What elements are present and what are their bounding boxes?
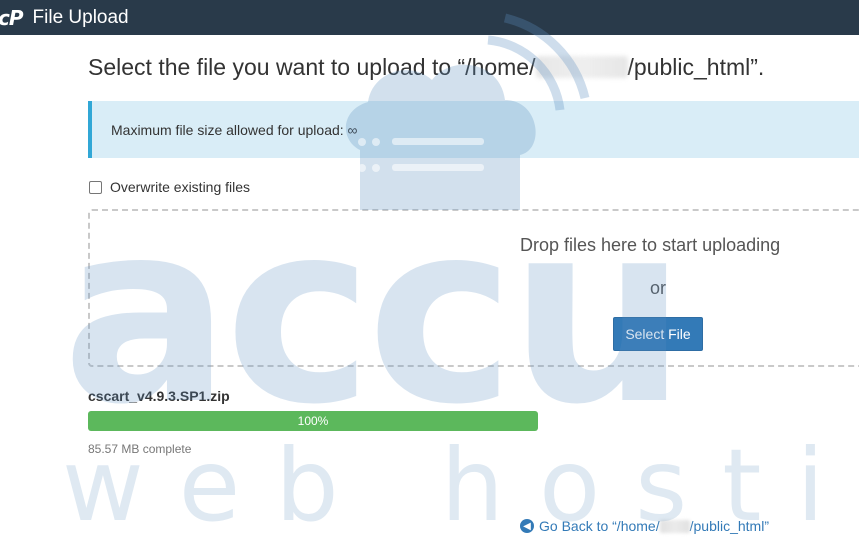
select-file-button[interactable]: Select File [613, 317, 703, 351]
max-file-size-text: Maximum file size allowed for upload: ∞ [111, 121, 358, 138]
go-back-prefix: Go Back to “/home/ [539, 518, 660, 534]
upload-filename: cscart_v4.9.3.SP1.zip [88, 388, 230, 404]
overwrite-checkbox[interactable] [89, 180, 102, 194]
max-file-size-alert: Maximum file size allowed for upload: ∞ [88, 101, 859, 158]
redacted-username-link [659, 519, 690, 533]
arrow-left-circle-icon: ◀ [520, 519, 534, 533]
upload-progress-fill: 100% [88, 411, 538, 431]
upload-status: 85.57 MB complete [88, 442, 192, 456]
upload-progress-bar: 100% [88, 411, 538, 431]
cpanel-logo-icon[interactable]: cP [0, 6, 23, 30]
dropzone-or-label: or [650, 278, 667, 298]
heading-suffix: /public_html”. [627, 54, 765, 80]
heading-prefix: Select the file you want to upload to “/… [88, 54, 536, 80]
overwrite-option[interactable]: Overwrite existing files [88, 179, 250, 195]
go-back-link[interactable]: ◀ Go Back to “/home/ /public_html” [520, 518, 769, 534]
file-dropzone[interactable] [88, 209, 859, 367]
dropzone-prompt: Drop files here to start uploading [520, 235, 781, 255]
redacted-username [535, 56, 628, 78]
top-bar: cP File Upload [0, 0, 859, 35]
page-title: File Upload [32, 6, 129, 28]
go-back-suffix: /public_html” [689, 518, 769, 534]
upload-destination-heading: Select the file you want to upload to “/… [88, 54, 764, 81]
file-upload-page: cP File Upload Select the file you want … [0, 0, 859, 544]
overwrite-label: Overwrite existing files [110, 179, 251, 195]
